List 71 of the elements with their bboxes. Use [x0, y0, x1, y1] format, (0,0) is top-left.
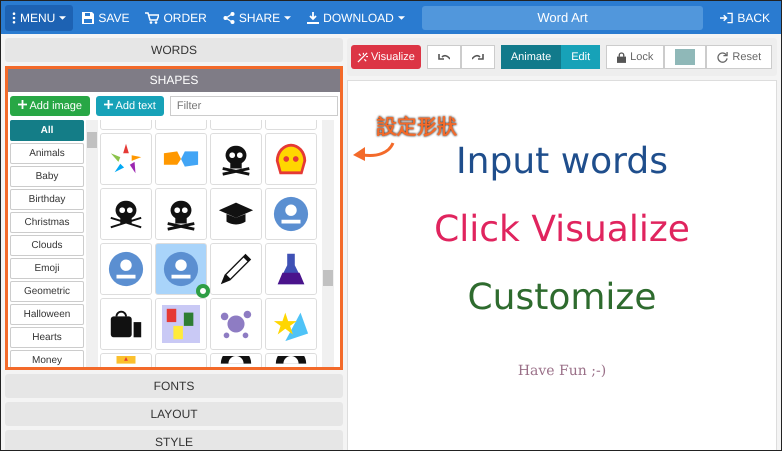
animate-tab[interactable]: Animate [500, 45, 562, 69]
shape-tile[interactable] [100, 298, 152, 350]
shape-tile[interactable] [210, 188, 262, 240]
menu-bar-button[interactable]: SAVE [75, 4, 136, 30]
wand-icon [357, 52, 368, 62]
lock-icon [617, 52, 626, 62]
category-item[interactable]: Money [10, 350, 84, 367]
category-item[interactable]: Hearts [10, 327, 84, 348]
window-title: Word Art [422, 6, 704, 30]
filter-field[interactable]: Filter [170, 96, 338, 116]
canvas-text: Input words [456, 140, 668, 184]
shape-tile[interactable] [265, 298, 317, 350]
reset-icon [717, 52, 728, 62]
reset-button[interactable]: Reset [706, 45, 772, 69]
shape-tile[interactable] [265, 133, 317, 185]
add-image-button[interactable]: Add image [10, 96, 90, 116]
category-item[interactable]: All [10, 120, 84, 141]
lock-button[interactable]: Lock [606, 45, 664, 69]
category-item[interactable]: Clouds [10, 235, 84, 256]
canvas-text: Click Visualize [434, 208, 690, 252]
shape-tile[interactable] [210, 298, 262, 350]
section-header[interactable]: FONTS [5, 374, 343, 398]
menu-bar-button[interactable]: MENU [5, 4, 74, 30]
exit-icon [720, 12, 734, 24]
notebooks-icon [162, 305, 200, 343]
section-header[interactable]: STYLE [5, 430, 343, 450]
cart-icon [145, 12, 160, 24]
category-item[interactable]: Birthday [10, 189, 84, 210]
category-item[interactable]: Geometric [10, 281, 84, 302]
shape-tile[interactable] [265, 188, 317, 240]
back-button[interactable]: BACK [713, 4, 777, 30]
redo-icon [472, 53, 484, 61]
gear-icon[interactable] [196, 284, 210, 298]
scrollbar[interactable] [86, 120, 98, 367]
shape-tile[interactable] [100, 188, 152, 240]
menu-bar-button[interactable]: DOWNLOAD [300, 4, 412, 30]
category-item[interactable]: Emoji [10, 258, 84, 279]
shape-tile[interactable] [155, 243, 207, 295]
shape-tile[interactable] [265, 243, 317, 295]
shape-tile[interactable] [210, 243, 262, 295]
scrollbar[interactable] [322, 120, 334, 367]
menu-icon [12, 12, 16, 24]
share-icon [222, 12, 235, 24]
download-icon [307, 12, 320, 24]
shape-tile[interactable] [155, 188, 207, 240]
canvas-text: Customize [468, 276, 656, 320]
annotation-label: 設定形狀 [377, 113, 457, 140]
save-icon [82, 12, 94, 24]
menu-bar-button[interactable]: ORDER [138, 4, 214, 30]
section-header[interactable]: WORDS [5, 38, 343, 62]
plus-icon [104, 100, 114, 109]
visualize-button[interactable]: Visualize [351, 45, 421, 69]
plus-icon [18, 100, 27, 109]
undo-icon [438, 53, 450, 61]
category-item[interactable]: Baby [10, 166, 84, 187]
category-item[interactable]: Halloween [10, 304, 84, 325]
category-item[interactable]: Christmas [10, 212, 84, 233]
shape-tile[interactable] [210, 133, 262, 185]
canvas-text: Have Fun ;-) [518, 363, 606, 379]
shape-tile[interactable] [155, 133, 207, 185]
shape-tile[interactable] [100, 133, 152, 185]
redo-button[interactable] [460, 45, 495, 69]
annotation-arrow [351, 141, 397, 163]
undo-button[interactable] [426, 45, 461, 69]
section-header[interactable]: LAYOUT [5, 402, 343, 426]
menu-bar-button[interactable]: SHARE [216, 4, 298, 30]
shape-tile[interactable] [155, 298, 207, 350]
shape-tile[interactable] [100, 243, 152, 295]
category-item[interactable]: Animals [10, 143, 84, 164]
color-picker[interactable] [664, 45, 706, 69]
section-header[interactable]: SHAPES [8, 69, 340, 92]
